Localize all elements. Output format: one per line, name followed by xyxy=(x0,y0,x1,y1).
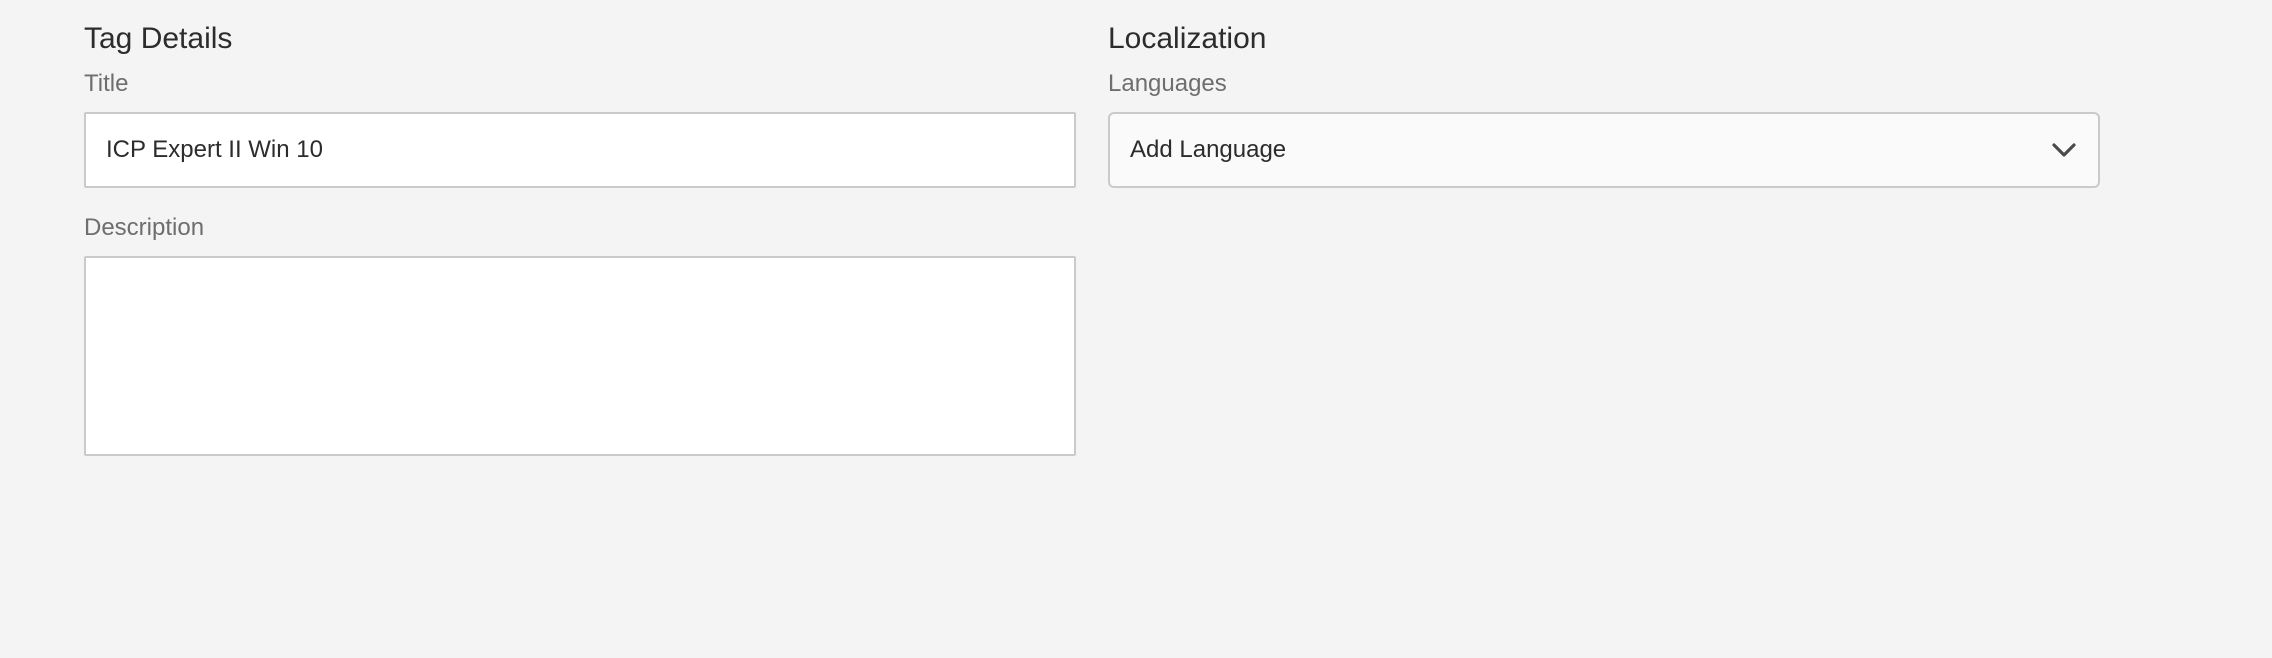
localization-heading: Localization xyxy=(1108,22,1267,55)
title-label: Title xyxy=(84,70,129,97)
description-label: Description xyxy=(84,214,205,241)
add-language-label: Add Language xyxy=(1130,136,1287,163)
description-textarea[interactable] xyxy=(84,256,1076,456)
add-language-dropdown[interactable]: Add Language xyxy=(1108,112,2100,188)
chevron-down-icon xyxy=(2050,136,2078,164)
localization-section: Localization Languages Add Language xyxy=(1108,18,2100,188)
tag-details-section: Tag Details Title Description xyxy=(84,18,1076,456)
tag-details-heading: Tag Details xyxy=(84,22,233,55)
title-input[interactable] xyxy=(84,112,1076,188)
tag-editor-page: Tag Details Title Description Localizati… xyxy=(0,0,2272,658)
languages-label: Languages xyxy=(1108,70,1227,97)
